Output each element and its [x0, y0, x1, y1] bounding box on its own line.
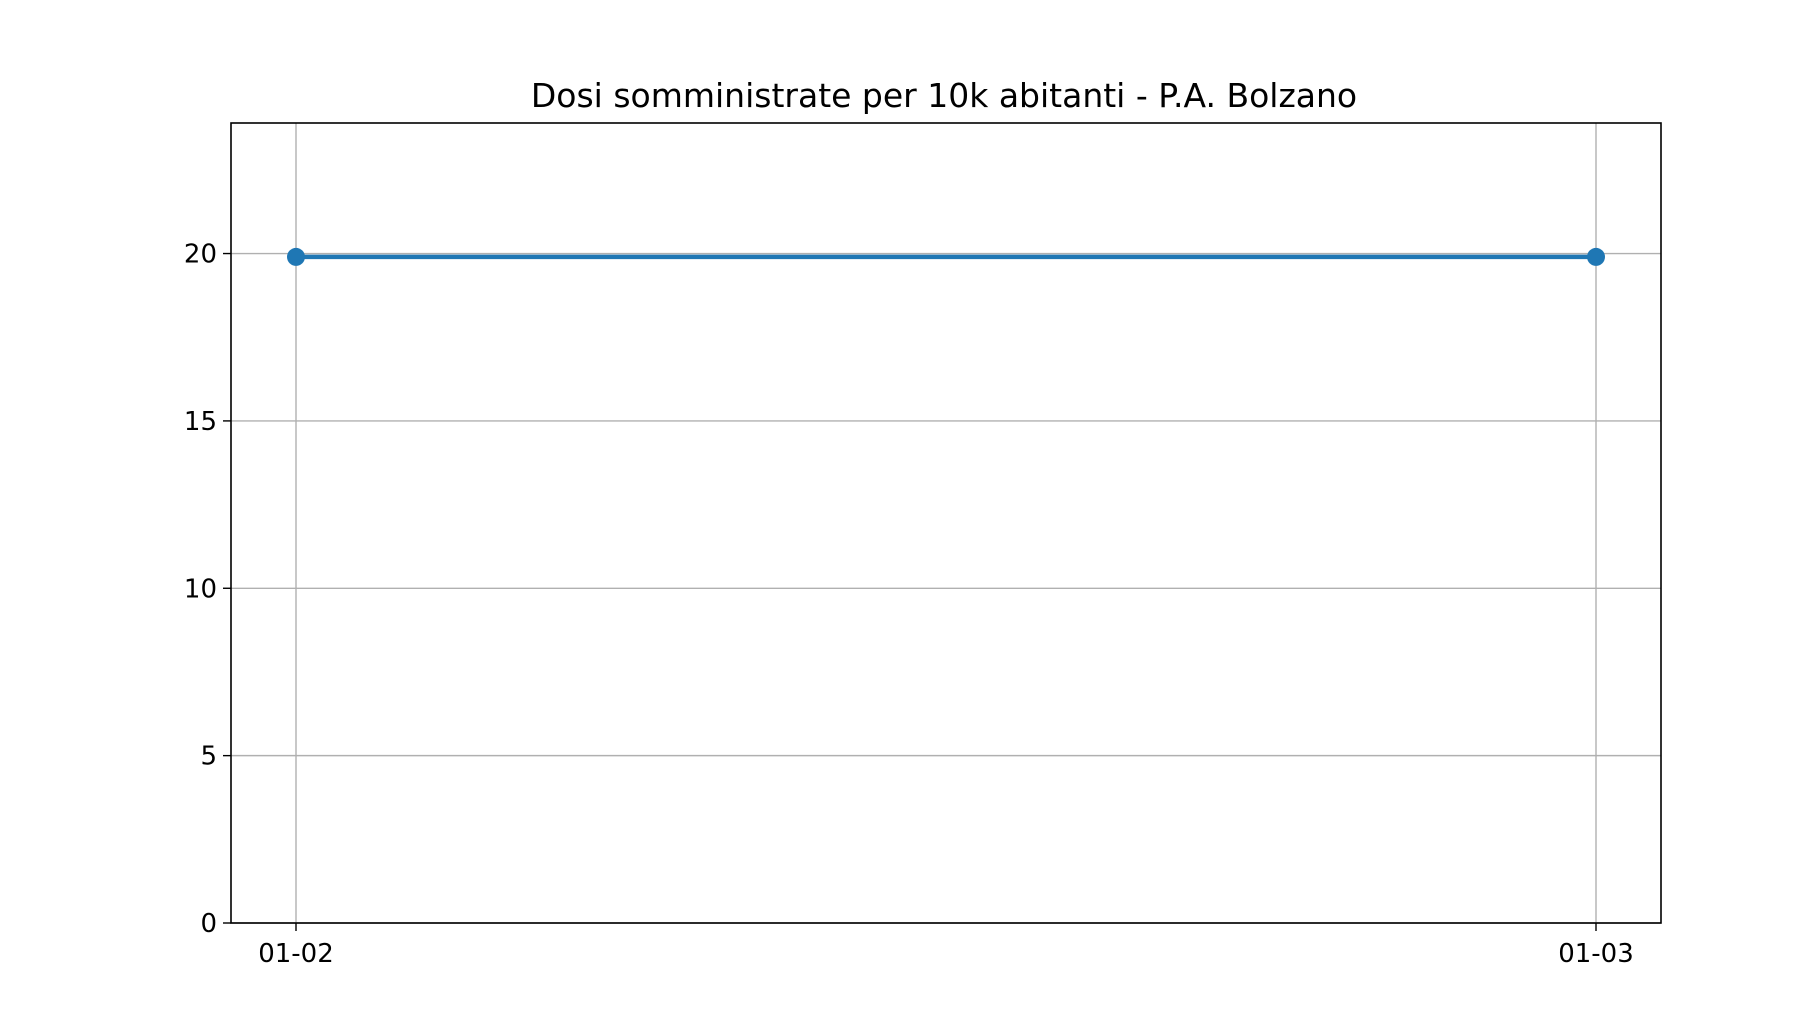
plot-area	[231, 123, 1661, 923]
chart: Dosi somministrate per 10k abitanti - P.…	[0, 0, 1820, 1024]
x-tick-label: 01-03	[1558, 939, 1634, 969]
y-tick-label: 15	[184, 407, 217, 437]
y-tick-label: 10	[184, 574, 217, 604]
chart-title: Dosi somministrate per 10k abitanti - P.…	[531, 76, 1357, 115]
y-tick-label: 20	[184, 240, 217, 270]
y-tick-label: 5	[200, 742, 217, 772]
data-point	[287, 247, 305, 266]
data-point	[1587, 247, 1605, 266]
x-tick-label: 01-02	[258, 939, 334, 969]
y-tick-label: 0	[200, 909, 217, 939]
